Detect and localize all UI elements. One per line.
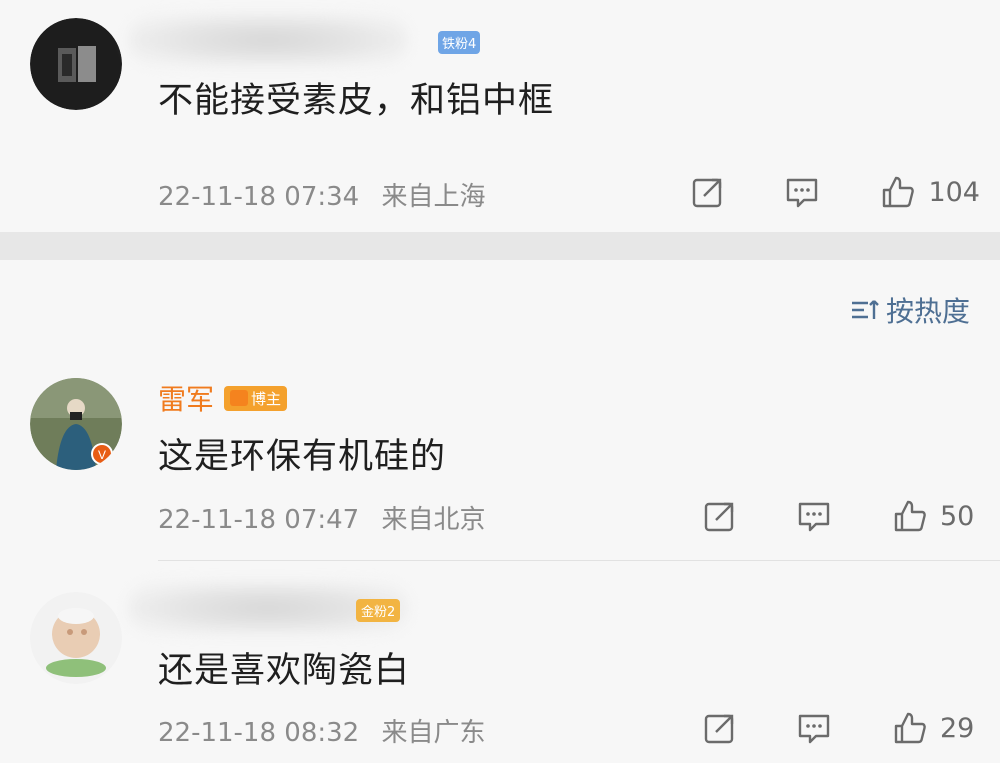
comment-divider	[158, 560, 1000, 561]
figurine-avatar-icon	[30, 592, 122, 684]
photographer-avatar-icon: V	[30, 378, 122, 470]
like-count: 29	[940, 712, 975, 744]
comment-item: 铁粉4 不能接受素皮，和铝中框 22-11-18 07:34 来自上海 104	[0, 0, 1000, 232]
fan-badge: 铁粉4	[438, 30, 481, 54]
avatar[interactable]	[30, 592, 122, 684]
svg-text:V: V	[98, 448, 106, 462]
username-row: 铁粉4	[128, 14, 481, 66]
dark-square-avatar-icon	[30, 18, 122, 110]
like-button[interactable]: 29	[892, 710, 980, 746]
comment-item: 金粉2 还是喜欢陶瓷白 22-11-18 08:32 来自广东 29	[0, 580, 1000, 763]
comment-text: 不能接受素皮，和铝中框	[158, 81, 555, 121]
sort-button[interactable]: 按热度	[850, 290, 970, 330]
like-count: 104	[928, 176, 980, 208]
share-icon[interactable]	[702, 710, 738, 746]
comment-text: 还是喜欢陶瓷白	[158, 651, 411, 691]
like-button[interactable]: 104	[880, 174, 980, 210]
comment-icon[interactable]	[796, 498, 832, 534]
comment-actions: 104	[690, 172, 980, 212]
badge-label: 博主	[251, 389, 282, 408]
sort-icon	[850, 297, 880, 323]
sort-label: 按热度	[885, 295, 970, 328]
share-icon[interactable]	[690, 174, 726, 210]
comment-text: 这是环保有机硅的	[158, 437, 447, 477]
comment-location: 来自北京	[381, 505, 486, 535]
comment-location: 来自上海	[381, 182, 486, 212]
comment-icon[interactable]	[784, 174, 820, 210]
comment-location: 来自广东	[381, 718, 486, 748]
comment-meta: 22-11-18 08:32 来自广东	[158, 712, 486, 749]
username-row: 雷军 博主	[158, 378, 288, 418]
username[interactable]: 雷军	[158, 378, 214, 418]
fan-badge: 金粉2	[356, 598, 401, 622]
comment-item: V 雷军 博主 这是环保有机硅的 22-11-18 07:47 来自北京 50	[0, 368, 1000, 558]
comment-time: 22-11-18 07:34	[158, 182, 360, 212]
comment-time: 22-11-18 07:47	[158, 505, 360, 535]
section-separator	[0, 232, 1000, 260]
username-row: 金粉2	[128, 582, 408, 634]
like-button[interactable]: 50	[892, 498, 980, 534]
thumbs-up-icon	[892, 710, 928, 746]
comment-actions: 50	[702, 496, 980, 536]
comment-icon[interactable]	[796, 710, 832, 746]
comment-actions: 29	[702, 708, 980, 748]
comment-meta: 22-11-18 07:34 来自上海	[158, 176, 486, 213]
blogger-badge: 博主	[224, 385, 288, 411]
like-count: 50	[940, 500, 975, 532]
share-icon[interactable]	[702, 498, 738, 534]
thumbs-up-icon	[892, 498, 928, 534]
avatar[interactable]	[30, 18, 122, 110]
crest-icon	[230, 390, 249, 406]
thumbs-up-icon	[880, 174, 916, 210]
comment-time: 22-11-18 08:32	[158, 718, 360, 748]
comment-meta: 22-11-18 07:47 来自北京	[158, 499, 486, 536]
username-redacted	[128, 14, 408, 66]
avatar[interactable]: V	[30, 378, 122, 470]
